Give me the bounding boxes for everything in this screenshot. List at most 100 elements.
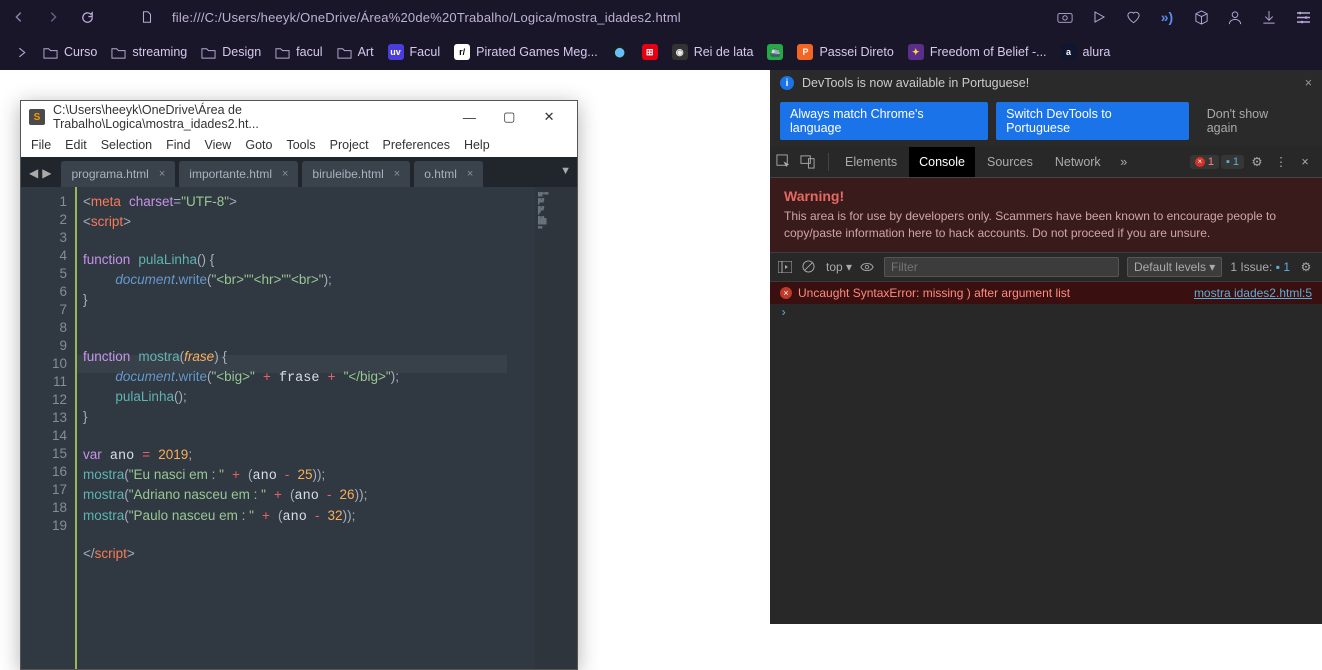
inspect-icon[interactable] <box>776 154 798 169</box>
menu-find[interactable]: Find <box>166 138 190 152</box>
bookmark-facul[interactable]: facul <box>275 45 322 60</box>
issues-label[interactable]: 1 Issue: ▪ 1 <box>1230 260 1290 274</box>
expand-icon[interactable] <box>14 45 29 60</box>
bookmark-streaming[interactable]: streaming <box>111 45 187 60</box>
menu-edit[interactable]: Edit <box>65 138 87 152</box>
bookmark-freedom[interactable]: ✦Freedom of Belief -... <box>908 44 1047 60</box>
kebab-icon[interactable]: ⋮ <box>1270 154 1292 169</box>
bookmark-design[interactable]: Design <box>201 45 261 60</box>
warning-title: Warning! <box>784 188 1308 204</box>
sidebar-toggle-icon[interactable] <box>778 261 794 273</box>
tab-programa[interactable]: programa.html× <box>61 161 175 187</box>
bookmark-art[interactable]: Art <box>337 45 374 60</box>
bookmark-ship[interactable]: 🚢 <box>767 44 783 60</box>
bookmark-nintendo[interactable]: ⊞ <box>642 44 658 60</box>
sublime-tabs: ◀ ▶ programa.html× importante.html× birul… <box>21 157 577 187</box>
menu-help[interactable]: Help <box>464 138 490 152</box>
error-icon: × <box>780 287 792 299</box>
file-icon <box>138 8 156 26</box>
bookmark-passei[interactable]: PPassei Direto <box>797 44 893 60</box>
console-prompt[interactable]: › <box>770 304 1322 322</box>
close-icon[interactable]: × <box>1294 155 1316 169</box>
sublime-window: S C:\Users\heeyk\OneDrive\Área de Trabal… <box>20 100 578 670</box>
gear-icon[interactable]: ⚙ <box>1246 154 1268 169</box>
maximize-button[interactable]: ▢ <box>489 109 529 125</box>
console-error-line[interactable]: × Uncaught SyntaxError: missing ) after … <box>770 282 1322 304</box>
address-bar[interactable]: file:///C:/Users/heeyk/OneDrive/Área%20d… <box>172 10 681 25</box>
menu-preferences[interactable]: Preferences <box>383 138 450 152</box>
gear-icon[interactable]: ⚙ <box>1298 260 1314 274</box>
device-icon[interactable] <box>800 154 822 169</box>
bookmark-steam[interactable]: ⬤ <box>612 44 628 60</box>
log-levels-select[interactable]: Default levels ▾ <box>1127 257 1222 277</box>
nav-forward-icon[interactable] <box>44 8 62 26</box>
dont-show-button[interactable]: Don't show again <box>1197 102 1312 140</box>
warning-body: This area is for use by developers only.… <box>784 208 1308 242</box>
sublime-titlebar[interactable]: S C:\Users\heeyk\OneDrive\Área de Trabal… <box>21 101 577 133</box>
filter-input[interactable] <box>884 257 1119 277</box>
tab-prev-icon[interactable]: ◀ <box>29 166 38 180</box>
always-match-button[interactable]: Always match Chrome's language <box>780 102 988 140</box>
switch-lang-button[interactable]: Switch DevTools to Portuguese <box>996 102 1189 140</box>
bookmark-reidelata[interactable]: ◉Rei de lata <box>672 44 754 60</box>
tab-network[interactable]: Network <box>1045 147 1111 177</box>
sublime-title: C:\Users\heeyk\OneDrive\Área de Trabalho… <box>53 103 450 131</box>
close-icon[interactable]: × <box>394 168 400 180</box>
bookmarks-bar: Curso streaming Design facul Art uvFacul… <box>0 34 1322 70</box>
live-expr-icon[interactable] <box>860 262 876 272</box>
camera-icon[interactable] <box>1056 8 1074 26</box>
cast-icon[interactable]: ») <box>1158 8 1176 26</box>
info-icon: i <box>780 76 794 90</box>
close-icon[interactable]: × <box>282 168 288 180</box>
play-icon[interactable] <box>1090 8 1108 26</box>
error-message: Uncaught SyntaxError: missing ) after ar… <box>798 286 1194 300</box>
menu-goto[interactable]: Goto <box>245 138 272 152</box>
devtools-panel: i DevTools is now available in Portugues… <box>770 70 1322 624</box>
issue-count-pill[interactable]: ▪1 <box>1221 155 1244 169</box>
error-count-pill[interactable]: ×1 <box>1190 155 1219 169</box>
menu-project[interactable]: Project <box>330 138 369 152</box>
tab-next-icon[interactable]: ▶ <box>42 166 51 180</box>
console-toolbar: top ▾ Default levels ▾ 1 Issue: ▪ 1 ⚙ <box>770 252 1322 282</box>
error-source-link[interactable]: mostra idades2.html:5 <box>1194 286 1312 300</box>
cube-icon[interactable] <box>1192 8 1210 26</box>
gutter: 12345678910111213141516171819 <box>21 187 75 669</box>
easy-setup-icon[interactable] <box>1294 8 1312 26</box>
bookmark-pirated[interactable]: r/Pirated Games Meg... <box>454 44 598 60</box>
bookmark-alura[interactable]: aalura <box>1061 44 1111 60</box>
download-icon[interactable] <box>1260 8 1278 26</box>
close-button[interactable]: ✕ <box>529 109 569 125</box>
self-xss-warning: Warning! This area is for use by develop… <box>770 178 1322 252</box>
tab-dropdown-icon[interactable]: ▼ <box>560 165 571 177</box>
tab-sources[interactable]: Sources <box>977 147 1043 177</box>
minimize-button[interactable]: — <box>449 110 489 125</box>
menu-file[interactable]: File <box>31 138 51 152</box>
heart-icon[interactable] <box>1124 8 1142 26</box>
reload-icon[interactable] <box>78 8 96 26</box>
code-editor[interactable]: <meta charset="UTF-8"> <script> function… <box>75 187 535 669</box>
menu-tools[interactable]: Tools <box>286 138 315 152</box>
devtools-info-banner: i DevTools is now available in Portugues… <box>770 70 1322 96</box>
clear-icon[interactable] <box>802 260 818 273</box>
bookmark-facul2[interactable]: uvFacul <box>388 44 441 60</box>
context-selector[interactable]: top ▾ <box>826 260 852 274</box>
menu-view[interactable]: View <box>204 138 231 152</box>
sublime-logo-icon: S <box>29 109 45 125</box>
tab-elements[interactable]: Elements <box>835 147 907 177</box>
tab-importante[interactable]: importante.html× <box>179 161 298 187</box>
devtools-tabs: Elements Console Sources Network » ×1 ▪1… <box>770 146 1322 178</box>
menu-selection[interactable]: Selection <box>101 138 152 152</box>
tab-console[interactable]: Console <box>909 147 975 177</box>
minimap[interactable]: ████ ████████ ██ ███████ ██ ████ █████ █… <box>535 187 577 669</box>
devtools-lang-banner: Always match Chrome's language Switch De… <box>770 96 1322 146</box>
tab-o[interactable]: o.html× <box>414 161 483 187</box>
close-icon[interactable]: × <box>159 168 165 180</box>
tab-biruleibe[interactable]: biruleibe.html× <box>302 161 410 187</box>
more-tabs-icon[interactable]: » <box>1113 155 1135 169</box>
profile-icon[interactable] <box>1226 8 1244 26</box>
devtools-info-text: DevTools is now available in Portuguese! <box>802 76 1029 90</box>
bookmark-curso[interactable]: Curso <box>43 45 97 60</box>
nav-back-icon[interactable] <box>10 8 28 26</box>
close-icon[interactable]: × <box>467 168 473 180</box>
close-icon[interactable]: × <box>1305 76 1312 90</box>
